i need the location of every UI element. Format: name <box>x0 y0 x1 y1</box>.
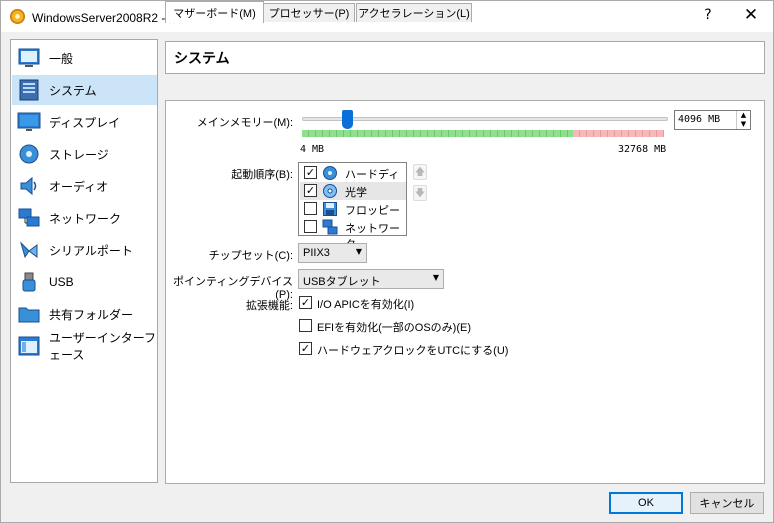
network-boot-icon <box>322 219 338 235</box>
nav-item-audio[interactable]: オーディオ <box>12 171 157 201</box>
tab-acceleration[interactable]: アクセラレーション(L) <box>356 3 472 22</box>
nav-item-label: ユーザーインターフェース <box>49 331 157 362</box>
audio-icon <box>20 176 37 196</box>
boot-item-optical[interactable]: ✓ 光学 <box>300 182 406 200</box>
nav-item-label: USB <box>49 275 74 289</box>
memory-slider-track[interactable] <box>302 117 668 121</box>
boot-checkbox[interactable] <box>304 220 317 233</box>
settings-category-list: 一般 システム ディスプレイ ストレージ オーディオ ネットワーク シリアルポー… <box>10 39 158 483</box>
nav-item-label: 一般 <box>49 51 74 66</box>
memory-label: メインメモリー(M): <box>196 117 293 129</box>
cancel-button[interactable]: キャンセル <box>690 492 764 514</box>
pointing-device-value: USBタブレット <box>303 276 381 288</box>
memory-value: 4096 MB <box>678 114 721 125</box>
chipset-label: チップセット(C): <box>208 250 293 262</box>
shared-folder-icon <box>18 307 40 323</box>
nav-item-label: ネットワーク <box>49 211 122 226</box>
nav-item-label: オーディオ <box>49 179 109 194</box>
tab-motherboard[interactable]: マザーボード(M) <box>165 1 264 23</box>
pointing-device-select[interactable]: USBタブレット ▼ <box>298 269 444 289</box>
io-apic-checkbox[interactable]: ✓ <box>299 296 312 309</box>
general-icon <box>18 48 40 67</box>
memory-max-label: 32768 MB <box>618 144 667 155</box>
network-icon <box>18 208 40 227</box>
user-interface-icon <box>18 336 40 356</box>
chevron-down-icon: ▼ <box>355 247 362 256</box>
efi-label: EFIを有効化(一部のOSのみ)(E) <box>317 322 471 334</box>
ok-button[interactable]: OK <box>609 492 683 514</box>
move-up-icon[interactable]: 🡅 <box>413 164 427 180</box>
boot-order-label: 起動順序(B): <box>231 169 293 181</box>
optical-disc-icon <box>323 184 337 198</box>
memory-scale-safe <box>302 130 573 137</box>
nav-item-general[interactable]: 一般 <box>12 43 157 73</box>
efi-checkbox[interactable] <box>299 319 312 332</box>
boot-order-list: ✓ ハードディスク ✓ 光学 フロッピー <box>298 162 407 251</box>
storage-icon <box>19 144 39 164</box>
nav-item-system[interactable]: システム <box>12 75 157 105</box>
nav-item-label: ストレージ <box>49 147 109 162</box>
memory-spin-buttons: ▲ ▼ <box>736 111 750 129</box>
extended-features-label: 拡張機能: <box>245 300 293 312</box>
usb-icon <box>22 272 36 292</box>
nav-item-user-interface[interactable]: ユーザーインターフェース <box>12 331 157 362</box>
boot-item-hard-disk[interactable]: ✓ ハードディスク <box>300 164 406 197</box>
serial-port-icon <box>19 241 38 259</box>
memory-scale-danger <box>573 130 664 137</box>
nav-item-label: システム <box>49 83 97 98</box>
chipset-value: PIIX3 <box>303 247 330 259</box>
spin-up-icon[interactable]: ▲ <box>737 111 750 120</box>
nav-item-label: ディスプレイ <box>49 115 121 130</box>
nav-item-storage[interactable]: ストレージ <box>12 139 157 169</box>
hard-disk-icon <box>323 166 337 180</box>
floppy-icon <box>323 202 337 216</box>
nav-item-network[interactable]: ネットワーク <box>12 203 157 233</box>
move-down-icon[interactable]: 🡇 <box>413 185 427 201</box>
page-title: システム <box>174 49 230 66</box>
boot-checkbox[interactable] <box>304 202 317 215</box>
memory-spinbox[interactable]: 4096 MB ▲ ▼ <box>674 110 751 130</box>
close-button[interactable]: ✕ <box>742 5 760 25</box>
boot-item-label: フロッピー <box>345 205 400 217</box>
chipset-select[interactable]: PIIX3 ▼ <box>298 243 367 263</box>
section-header: システム <box>165 41 765 74</box>
virtualbox-app-icon <box>10 9 25 24</box>
tab-processor[interactable]: プロセッサー(P) <box>263 3 355 22</box>
utc-clock-label: ハードウェアクロックをUTCにする(U) <box>317 345 509 357</box>
boot-checkbox[interactable]: ✓ <box>304 166 317 179</box>
nav-item-usb[interactable]: USB <box>12 267 157 297</box>
boot-item-network[interactable]: ネットワーク <box>300 218 406 251</box>
nav-item-label: シリアルポート <box>49 243 133 258</box>
settings-dialog: WindowsServer2008R2 - 設定 ? ✕ 一般 システム ディス… <box>0 0 774 523</box>
nav-item-serial-port[interactable]: シリアルポート <box>12 235 157 265</box>
boot-checkbox[interactable]: ✓ <box>304 184 317 197</box>
nav-item-display[interactable]: ディスプレイ <box>12 107 157 137</box>
system-icon <box>19 79 39 101</box>
boot-item-floppy[interactable]: フロッピー <box>300 200 406 218</box>
nav-item-label: 共有フォルダー <box>49 307 134 322</box>
memory-min-label: 4 MB <box>300 144 325 155</box>
boot-item-label: 光学 <box>345 187 367 199</box>
chevron-down-icon: ▼ <box>432 273 439 282</box>
help-button[interactable]: ? <box>701 7 715 23</box>
memory-slider-thumb[interactable] <box>342 110 353 129</box>
nav-item-shared-folder[interactable]: 共有フォルダー <box>12 299 157 329</box>
utc-clock-checkbox[interactable]: ✓ <box>299 342 312 355</box>
display-icon <box>17 112 41 131</box>
spin-down-icon[interactable]: ▼ <box>737 120 750 129</box>
io-apic-label: I/O APICを有効化(I) <box>317 299 415 311</box>
